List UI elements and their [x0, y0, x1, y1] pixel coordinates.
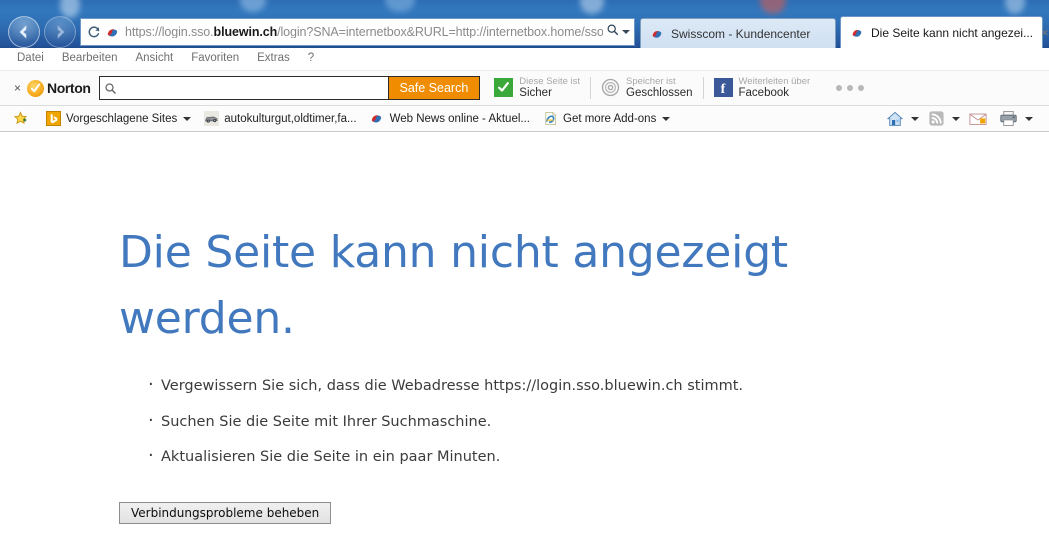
back-button[interactable]	[8, 16, 40, 48]
site-favicon-swisscom-icon	[103, 23, 121, 41]
status-caption: Weiterleiten über	[739, 76, 811, 87]
tab-title: Die Seite kann nicht angezei...	[871, 26, 1033, 40]
address-bar[interactable]: https://login.sso.bluewin.ch/login?SNA=i…	[80, 18, 635, 46]
search-icon[interactable]	[606, 23, 619, 41]
url-domain: bluewin.ch	[214, 26, 278, 39]
address-bar-tools	[603, 23, 630, 41]
suggestion-list: Vergewissern Sie sich, dass die Webadres…	[148, 379, 743, 486]
home-icon[interactable]	[883, 110, 907, 128]
vault-icon	[601, 78, 620, 97]
status-caption: Speicher ist	[626, 76, 692, 87]
favorite-label: Web News online - Aktuel...	[390, 113, 530, 125]
page-title: Die Seite kann nicht angezeigt werden.	[119, 220, 919, 352]
add-favorite-button[interactable]	[6, 109, 39, 129]
menu-item-ansicht[interactable]: Ansicht	[126, 51, 182, 67]
tab-favicon-swisscom-icon	[649, 26, 665, 42]
norton-toolbar: × Norton Safe Search	[0, 70, 1049, 106]
list-item: Aktualisieren Sie die Seite in ein paar …	[148, 450, 743, 465]
print-icon[interactable]	[996, 110, 1021, 127]
toolbar-right-buttons	[883, 110, 1043, 128]
favorite-autokulturgut[interactable]: autokulturgut,oldtimer,fa...	[197, 109, 362, 129]
norton-search-input[interactable]	[122, 78, 388, 98]
address-bar-url[interactable]: https://login.sso.bluewin.ch/login?SNA=i…	[125, 26, 603, 39]
menu-bar: Datei Bearbeiten Ansicht Favoriten Extra…	[0, 48, 1049, 70]
list-item: Vergewissern Sie sich, dass die Webadres…	[148, 379, 743, 394]
mail-icon[interactable]	[966, 112, 990, 126]
status-caption: Diese Seite ist	[519, 76, 580, 87]
browser-tab-2[interactable]: Die Seite kann nicht angezei... ×	[840, 16, 1043, 48]
facebook-icon: f	[714, 78, 733, 97]
url-prefix: login.sso.	[162, 26, 214, 39]
norton-search-box[interactable]	[99, 76, 389, 100]
fix-connection-problems-button[interactable]: Verbindungsprobleme beheben	[119, 502, 331, 524]
norton-status-vault[interactable]: Speicher ist Geschlossen	[601, 76, 692, 101]
swisscom-icon	[369, 111, 385, 127]
url-path: /login?SNA=internetbox&RURL=http://inter…	[277, 26, 603, 39]
add-favorite-star-icon	[12, 111, 28, 127]
bing-icon	[45, 111, 61, 127]
url-scheme: https://	[125, 26, 162, 39]
menu-item-datei[interactable]: Datei	[8, 51, 53, 67]
browser-window: https://login.sso.bluewin.ch/login?SNA=i…	[0, 0, 1049, 549]
menu-item-extras[interactable]: Extras	[248, 51, 299, 67]
status-value: Geschlossen	[626, 87, 692, 101]
safe-search-button[interactable]: Safe Search	[389, 76, 481, 100]
toolbar-divider	[703, 77, 704, 99]
refresh-icon[interactable]	[85, 23, 103, 41]
chevron-down-icon[interactable]	[952, 117, 960, 121]
chevron-down-icon[interactable]	[183, 117, 191, 121]
close-tab-icon[interactable]: ×	[1041, 26, 1049, 39]
menu-item-help[interactable]: ?	[299, 51, 323, 67]
toolbar-divider	[590, 77, 591, 99]
rss-feed-icon[interactable]	[925, 110, 948, 127]
navigation-buttons	[4, 16, 78, 48]
favorite-vorgeschlagene-sites[interactable]: Vorgeschlagene Sites	[39, 109, 197, 129]
favorite-label: autokulturgut,oldtimer,fa...	[224, 113, 356, 125]
chevron-down-icon[interactable]	[1025, 117, 1033, 121]
norton-wordmark: Norton	[47, 80, 90, 96]
norton-status-page-safe[interactable]: Diese Seite ist Sicher	[494, 76, 580, 101]
tab-title: Swisscom - Kundencenter	[671, 27, 810, 41]
page-content-area: Die Seite kann nicht angezeigt werden. V…	[0, 132, 1049, 549]
car-icon	[203, 111, 219, 127]
tab-favicon-swisscom-icon	[849, 25, 865, 41]
chevron-down-icon[interactable]	[662, 117, 670, 121]
norton-logo[interactable]: Norton	[27, 80, 90, 97]
favorites-bar: Vorgeschlagene Sites autokulturgut,oldti…	[0, 106, 1049, 132]
norton-checkmark-icon	[27, 80, 44, 97]
favorite-label: Get more Add-ons	[563, 113, 656, 125]
status-value: Sicher	[519, 87, 580, 101]
menu-item-favoriten[interactable]: Favoriten	[182, 51, 248, 67]
browser-tab-1[interactable]: Swisscom - Kundencenter	[640, 18, 836, 48]
status-value: Facebook	[739, 87, 811, 101]
list-item: Suchen Sie die Seite mit Ihrer Suchmasch…	[148, 415, 743, 430]
menu-item-bearbeiten[interactable]: Bearbeiten	[53, 51, 127, 67]
close-toolbar-icon[interactable]: ×	[8, 81, 27, 95]
favorite-label: Vorgeschlagene Sites	[66, 113, 177, 125]
favorite-web-news-online[interactable]: Web News online - Aktuel...	[363, 109, 536, 129]
chevron-down-icon[interactable]	[622, 30, 630, 34]
norton-share-facebook[interactable]: f Weiterleiten über Facebook	[714, 76, 811, 101]
favorite-get-more-addons[interactable]: Get more Add-ons	[536, 109, 676, 129]
forward-button[interactable]	[44, 16, 76, 48]
green-check-icon	[494, 78, 513, 97]
ie-icon	[542, 111, 558, 127]
chevron-down-icon[interactable]	[911, 117, 919, 121]
search-icon	[100, 82, 122, 95]
toolbar-overflow-button[interactable]	[836, 85, 864, 91]
